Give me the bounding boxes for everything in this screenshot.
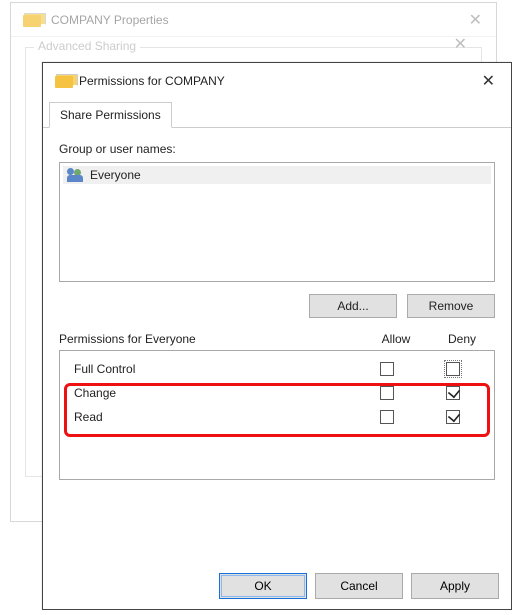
permissions-label: Permissions for Everyone (59, 332, 363, 346)
permission-name: Read (68, 410, 354, 424)
permission-row-full-control: Full Control (68, 357, 486, 381)
deny-checkbox[interactable] (446, 362, 460, 376)
cancel-button[interactable]: Cancel (315, 573, 403, 599)
close-icon[interactable]: ✕ (446, 34, 475, 54)
ok-button[interactable]: OK (219, 573, 307, 599)
list-item-label: Everyone (90, 168, 141, 182)
permissions-list: Full Control Change Read (59, 350, 495, 480)
window-title: COMPANY Properties (47, 13, 461, 27)
allow-checkbox[interactable] (380, 386, 394, 400)
folder-icon (23, 13, 41, 27)
apply-button[interactable]: Apply (411, 573, 499, 599)
titlebar: COMPANY Properties ✕ (11, 3, 496, 37)
remove-button[interactable]: Remove (407, 294, 495, 318)
tab-strip: Share Permissions (43, 101, 511, 128)
dialog-footer: OK Cancel Apply (219, 573, 499, 599)
group-user-names-list[interactable]: Everyone (59, 162, 495, 282)
window-title: Permissions for COMPANY (79, 74, 472, 88)
titlebar: Permissions for COMPANY ✕ (43, 63, 511, 99)
close-icon[interactable]: ✕ (461, 10, 490, 30)
allow-checkbox[interactable] (380, 410, 394, 424)
column-allow: Allow (363, 332, 429, 346)
permissions-dialog: Permissions for COMPANY ✕ Share Permissi… (42, 62, 512, 610)
group-icon (66, 168, 84, 182)
add-button[interactable]: Add... (309, 294, 397, 318)
permission-row-change: Change (68, 381, 486, 405)
group-user-names-label: Group or user names: (59, 142, 495, 156)
deny-checkbox[interactable] (446, 386, 460, 400)
permissions-header: Permissions for Everyone Allow Deny (59, 332, 495, 346)
group-label: Advanced Sharing (34, 39, 140, 53)
permission-name: Change (68, 386, 354, 400)
deny-checkbox[interactable] (446, 410, 460, 424)
column-deny: Deny (429, 332, 495, 346)
folder-icon (55, 74, 73, 88)
permission-row-read: Read (68, 405, 486, 429)
permission-name: Full Control (68, 362, 354, 376)
close-icon[interactable]: ✕ (472, 71, 505, 91)
list-item[interactable]: Everyone (63, 166, 491, 184)
tab-share-permissions[interactable]: Share Permissions (49, 102, 172, 128)
allow-checkbox[interactable] (380, 362, 394, 376)
